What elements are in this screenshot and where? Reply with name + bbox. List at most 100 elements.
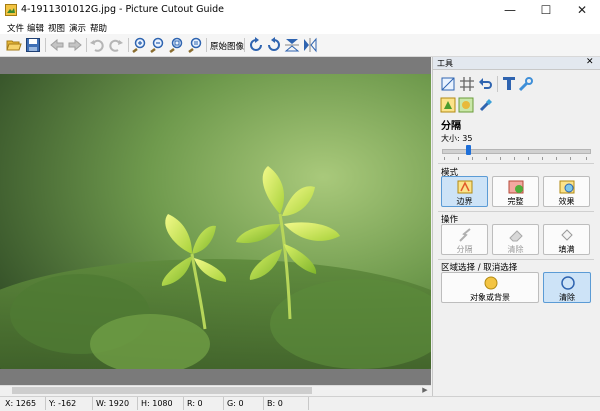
op-separate-button[interactable]: 分隔 (441, 224, 488, 255)
eraser-icon (508, 227, 524, 243)
slider-tick (514, 157, 515, 160)
redo-icon[interactable] (108, 37, 124, 53)
status-separator (45, 397, 46, 410)
status-separator (308, 397, 309, 410)
status-blue: B: 0 (267, 399, 283, 408)
magic-brush-icon[interactable] (478, 97, 494, 113)
menu-help[interactable]: 帮助 (90, 22, 107, 34)
status-separator (263, 397, 264, 410)
slider-tick (486, 157, 487, 160)
status-red: R: 0 (187, 399, 203, 408)
status-height: H: 1080 (141, 399, 173, 408)
forward-icon[interactable] (67, 37, 83, 53)
border-mode-icon (457, 179, 473, 195)
clear-circle-icon (560, 275, 576, 291)
close-button[interactable]: ✕ (564, 0, 600, 20)
status-y: Y: -162 (49, 399, 77, 408)
status-separator (223, 397, 224, 410)
mode-border-label: 边界 (456, 197, 473, 206)
object-or-background-button[interactable]: 对象或背景 (441, 272, 539, 303)
toolbar-separator (128, 38, 129, 52)
object-or-background-label: 对象或背景 (470, 293, 510, 302)
panel-divider (438, 163, 594, 164)
scrollbar-thumb[interactable] (12, 387, 312, 394)
save-icon[interactable] (25, 37, 41, 53)
section-title: 分隔 (441, 121, 461, 132)
status-bar (0, 396, 600, 411)
status-separator (183, 397, 184, 410)
minimize-button[interactable]: — (492, 0, 528, 20)
slider-tick (528, 157, 529, 160)
wrench-icon[interactable] (518, 76, 534, 92)
toolbar-separator (86, 38, 87, 52)
zoom-out-icon[interactable] (149, 37, 165, 53)
app-icon (5, 4, 17, 16)
menu-file[interactable]: 文件 (7, 22, 24, 34)
undo-icon[interactable] (89, 37, 105, 53)
slider-tick (444, 157, 445, 160)
original-image-button[interactable]: 原始图像 (210, 40, 244, 52)
size-slider[interactable] (442, 149, 591, 154)
window-title: 4-1911301012G.jpg - Picture Cutout Guide (21, 4, 225, 15)
status-green: G: 0 (227, 399, 244, 408)
toolbar-separator (206, 38, 207, 52)
mode-full-button[interactable]: 完整 (492, 176, 539, 207)
size-label: 大小: 35 (441, 134, 473, 143)
object-icon (483, 275, 499, 291)
flip-vertical-icon[interactable] (284, 37, 300, 53)
mode-full-label: 完整 (507, 197, 524, 206)
op-fill-label: 填满 (558, 245, 575, 254)
status-separator (137, 397, 138, 410)
op-clear-button[interactable]: 清除 (492, 224, 539, 255)
zoom-in-icon[interactable] (131, 37, 147, 53)
panel-divider (438, 259, 594, 260)
panel-separator (497, 76, 498, 92)
status-width: W: 1920 (96, 399, 130, 408)
open-icon[interactable] (6, 37, 22, 53)
slider-tick (500, 157, 501, 160)
slider-tick (586, 157, 587, 160)
menu-edit[interactable]: 编辑 (27, 22, 44, 34)
mode-effect-button[interactable]: 效果 (543, 176, 590, 207)
crop-icon[interactable] (440, 76, 456, 92)
cutout-foreground-icon[interactable] (440, 97, 456, 113)
separate-icon (457, 227, 473, 243)
maximize-button[interactable]: ☐ (528, 0, 564, 20)
slider-tick (472, 157, 473, 160)
size-slider-thumb[interactable] (466, 145, 471, 155)
region-clear-button[interactable]: 清除 (543, 272, 591, 303)
toolbar-separator (244, 38, 245, 52)
zoom-fit-icon[interactable] (168, 37, 184, 53)
slider-tick (458, 157, 459, 160)
slider-tick (542, 157, 543, 160)
op-fill-button[interactable]: 填满 (543, 224, 590, 255)
toolbar-separator (45, 38, 46, 52)
flip-horizontal-icon[interactable] (302, 37, 318, 53)
undo-arrow-icon[interactable] (477, 76, 493, 92)
mode-border-button[interactable]: 边界 (441, 176, 488, 207)
photo-image[interactable] (0, 74, 431, 369)
scroll-right-arrow[interactable]: ▶ (420, 385, 430, 396)
panel-divider (438, 211, 594, 212)
cutout-background-icon[interactable] (458, 97, 474, 113)
zoom-actual-icon[interactable] (187, 37, 203, 53)
fill-icon (559, 227, 575, 243)
op-separate-label: 分隔 (456, 245, 473, 254)
mode-effect-label: 效果 (558, 197, 575, 206)
effect-mode-icon (559, 179, 575, 195)
rotate-right-icon[interactable] (248, 37, 264, 53)
back-icon[interactable] (49, 37, 65, 53)
menu-demo[interactable]: 演示 (69, 22, 86, 34)
region-clear-label: 清除 (559, 293, 575, 302)
op-clear-label: 清除 (507, 245, 524, 254)
panel-title: 工具 (437, 59, 453, 68)
slider-tick (556, 157, 557, 160)
text-tool-icon[interactable] (501, 75, 517, 91)
status-x: X: 1265 (5, 399, 37, 408)
status-separator (92, 397, 93, 410)
rotate-left-icon[interactable] (266, 37, 282, 53)
grid-icon[interactable] (459, 76, 475, 92)
panel-close-button[interactable]: ✕ (586, 57, 594, 67)
panel-header (433, 57, 600, 70)
menu-view[interactable]: 视图 (48, 22, 65, 34)
